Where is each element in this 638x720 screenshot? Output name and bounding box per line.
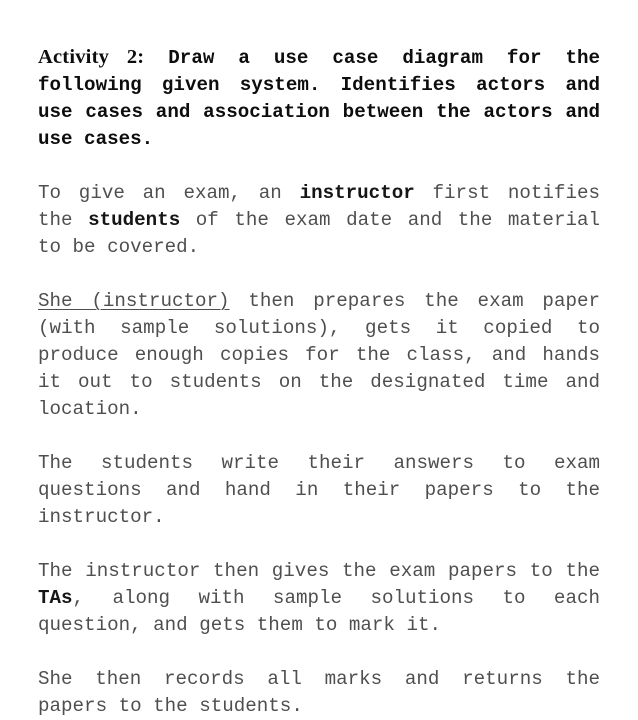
paragraph-p5: She then records all marks and returns t… <box>38 666 600 720</box>
paragraph-text: She then records all marks and returns t… <box>38 668 600 717</box>
paragraph-text: The instructor then gives the exam paper… <box>38 560 600 582</box>
paragraph-p4: The instructor then gives the exam paper… <box>38 558 600 639</box>
activity-heading: Activity 2: Draw a use case diagram for … <box>38 44 600 153</box>
paragraph-list: To give an exam, an instructor first not… <box>38 180 600 720</box>
emphasis-term: students <box>88 209 181 231</box>
paragraph-text: To give an exam, an <box>38 182 300 204</box>
paragraph-p2: She (instructor) then prepares the exam … <box>38 288 600 423</box>
emphasis-term: instructor <box>299 182 415 204</box>
paragraph-p3: The students write their answers to exam… <box>38 450 600 531</box>
paragraph-text: The students write their answers to exam… <box>38 452 600 528</box>
document-page: Activity 2: Draw a use case diagram for … <box>0 0 638 717</box>
underlined-term: She (instructor) <box>38 290 230 312</box>
emphasis-term: TAs <box>38 587 73 609</box>
activity-heading-label: Activity 2: <box>38 46 145 68</box>
paragraph-text: , along with sample solutions to each qu… <box>38 587 600 636</box>
paragraph-p1: To give an exam, an instructor first not… <box>38 180 600 261</box>
document-body: Activity 2: Draw a use case diagram for … <box>38 44 600 720</box>
